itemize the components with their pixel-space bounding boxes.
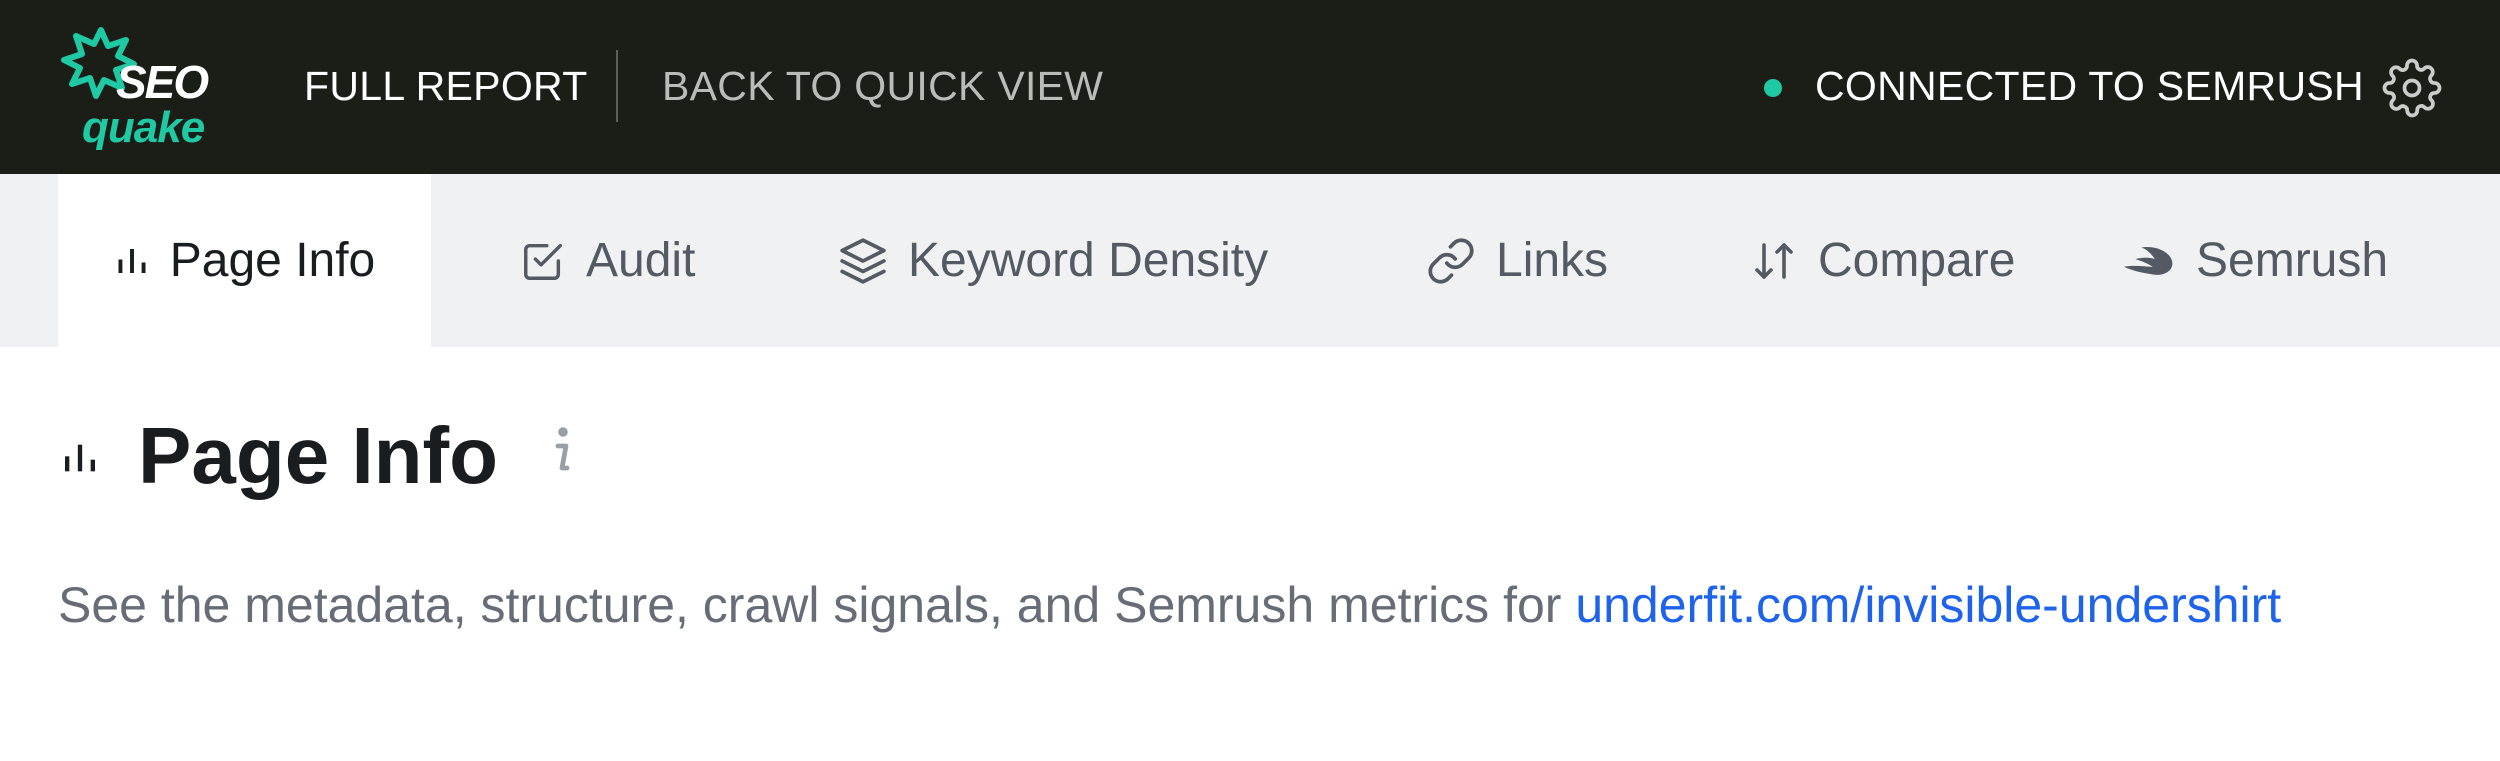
tab-label: Page Info xyxy=(169,234,376,287)
bar-chart-icon xyxy=(118,248,146,273)
connection-status: CONNECTED TO SEMRUSH xyxy=(1815,63,2364,109)
back-to-quick-view-link[interactable]: BACK TO QUICK VIEW xyxy=(662,58,1103,114)
page-title: Page Info xyxy=(138,411,499,500)
gear-icon[interactable] xyxy=(2382,58,2442,118)
tab-label: Compare xyxy=(1818,234,2016,287)
sort-arrows-icon xyxy=(1755,242,1793,279)
description-text: See the metadata, structure, crawl signa… xyxy=(58,577,1576,633)
tab-label: Links xyxy=(1496,234,1609,287)
logo-text-seo: SEO xyxy=(116,56,209,108)
header-divider xyxy=(616,50,618,122)
seoquake-logo[interactable]: SEO quake xyxy=(52,26,242,150)
link-icon xyxy=(1428,237,1474,284)
tab-semrush[interactable]: Semrush xyxy=(2122,174,2388,347)
full-report-link[interactable]: FULL REPORT xyxy=(304,58,588,114)
layers-icon xyxy=(840,237,886,284)
bar-chart-icon xyxy=(65,444,95,472)
tab-compare[interactable]: Compare xyxy=(1750,174,2015,347)
semrush-icon xyxy=(2123,246,2173,275)
logo-text-quake: quake xyxy=(82,103,205,150)
info-icon[interactable] xyxy=(546,424,574,480)
tab-bar: Page Info Audit Keyword Density Links Co… xyxy=(0,174,2500,347)
top-bar: SEO quake FULL REPORT BACK TO QUICK VIEW… xyxy=(0,0,2500,174)
tab-links[interactable]: Links xyxy=(1426,174,1608,347)
checkbox-icon xyxy=(524,243,562,280)
page-description: See the metadata, structure, crawl signa… xyxy=(58,570,2338,640)
tab-label: Semrush xyxy=(2196,234,2389,287)
status-dot-icon xyxy=(1764,79,1782,97)
tab-label: Audit xyxy=(586,234,696,287)
page-url-link[interactable]: underfit.com/invisible-undershirt xyxy=(1575,577,2281,633)
tab-keyword-density[interactable]: Keyword Density xyxy=(838,174,1268,347)
tab-label: Keyword Density xyxy=(908,234,1269,287)
tab-page-info[interactable]: Page Info xyxy=(58,174,431,347)
tab-audit[interactable]: Audit xyxy=(520,174,695,347)
